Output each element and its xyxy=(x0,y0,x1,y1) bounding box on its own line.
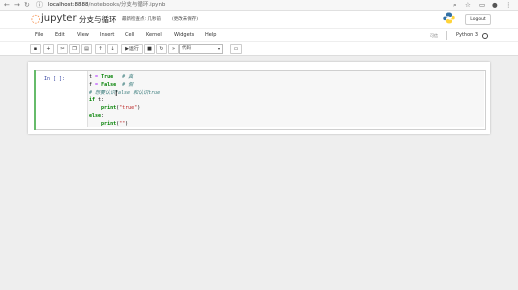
chevron-down-icon: ▾ xyxy=(217,46,220,51)
restart-run-all-button[interactable]: » xyxy=(168,44,179,54)
cut-button[interactable]: ✂ xyxy=(57,44,68,54)
profile-icon[interactable]: ● xyxy=(492,1,498,9)
menu-widgets[interactable]: Widgets xyxy=(174,32,194,39)
move-down-button[interactable]: ↓ xyxy=(107,44,118,54)
menu-help[interactable]: Help xyxy=(205,32,216,39)
menu-file[interactable]: File xyxy=(35,32,43,39)
interrupt-button[interactable]: ■ xyxy=(144,44,155,54)
run-label: 运行 xyxy=(128,46,139,52)
jupyter-logo-icon: ◌ xyxy=(31,12,41,25)
arrow-up-icon: ↑ xyxy=(98,46,103,52)
input-prompt: In [ ]: xyxy=(44,76,66,82)
url-path: /notebooks/分支与循环.ipynb xyxy=(88,2,166,8)
jupyter-brand[interactable]: jupyter xyxy=(41,13,77,25)
cell-type-value: 代码 xyxy=(182,46,191,51)
trusted-indicator[interactable]: 可信 xyxy=(430,33,438,39)
menu-view[interactable]: View xyxy=(77,32,89,39)
stop-icon: ■ xyxy=(147,46,152,52)
code-line: else: xyxy=(89,112,105,119)
keyboard-icon: ▭ xyxy=(233,46,239,52)
save-button[interactable]: ▪ xyxy=(30,44,41,54)
code-text[interactable]: t = True # 真 f = False # 假 # 想要认识false 和… xyxy=(89,74,160,129)
bookmark-star-icon[interactable]: ☆ xyxy=(465,1,471,9)
scissors-icon: ✂ xyxy=(60,46,65,52)
code-line: print("true") xyxy=(101,105,141,112)
run-button[interactable]: ▶运行 xyxy=(121,44,143,54)
save-icon: ▪ xyxy=(33,46,38,52)
cell-type-select[interactable]: 代码 ▾ xyxy=(179,44,223,54)
kernel-idle-icon xyxy=(482,33,488,39)
code-line: print("") xyxy=(101,120,129,127)
fast-forward-icon: » xyxy=(171,46,176,52)
code-line: if t: xyxy=(89,97,105,104)
menu-kernel[interactable]: Kernel xyxy=(146,32,162,39)
move-up-button[interactable]: ↑ xyxy=(95,44,106,54)
copy-icon: ❐ xyxy=(72,46,77,52)
restart-icon: ↻ xyxy=(159,46,164,52)
kernel-name: Python 3 xyxy=(456,32,479,38)
cell-edit-indicator xyxy=(34,70,36,130)
autosave-status: (更改未保存) xyxy=(172,17,199,22)
notebook-title[interactable]: 分支与循环 xyxy=(79,15,117,24)
url-host: localhost:8888 xyxy=(48,2,89,8)
reload-icon[interactable]: ↻ xyxy=(24,1,30,9)
sidebar-icon[interactable]: ▭ xyxy=(479,1,485,9)
address-bar[interactable]: localhost:8888/notebooks/分支与循环.ipynb xyxy=(48,1,165,9)
restart-button[interactable]: ↻ xyxy=(156,44,167,54)
plus-icon: + xyxy=(46,46,51,52)
code-line: # 想要认识false 和认识true xyxy=(89,89,161,96)
more-options-icon[interactable]: ⋮ xyxy=(505,1,512,9)
command-palette-button[interactable]: ▭ xyxy=(230,44,242,54)
checkpoint-status: 最新检查点: 几秒前 xyxy=(122,17,161,22)
menu-cell[interactable]: Cell xyxy=(125,32,134,39)
menu-edit[interactable]: Edit xyxy=(55,32,65,39)
paste-button[interactable]: ▤ xyxy=(81,44,92,54)
menubar-divider xyxy=(446,31,447,40)
back-arrow-icon[interactable]: ← xyxy=(4,1,10,9)
copy-button[interactable]: ❐ xyxy=(69,44,80,54)
forward-arrow-icon[interactable]: → xyxy=(14,1,20,9)
paste-icon: ▤ xyxy=(84,46,89,52)
text-cursor-icon: I xyxy=(115,89,118,98)
menu-insert[interactable]: Insert xyxy=(100,32,114,39)
code-line: t = True # 真 xyxy=(89,74,134,80)
python-logo-icon xyxy=(443,12,455,24)
zoom-icon[interactable]: ⌕ xyxy=(453,1,457,9)
notebook-header xyxy=(0,11,518,28)
insert-cell-button[interactable]: + xyxy=(43,44,54,54)
arrow-down-icon: ↓ xyxy=(110,46,115,52)
code-line: f = False # 假 xyxy=(89,81,134,88)
logout-button[interactable]: Logout xyxy=(465,14,491,25)
info-icon[interactable]: ⓘ xyxy=(36,1,43,9)
